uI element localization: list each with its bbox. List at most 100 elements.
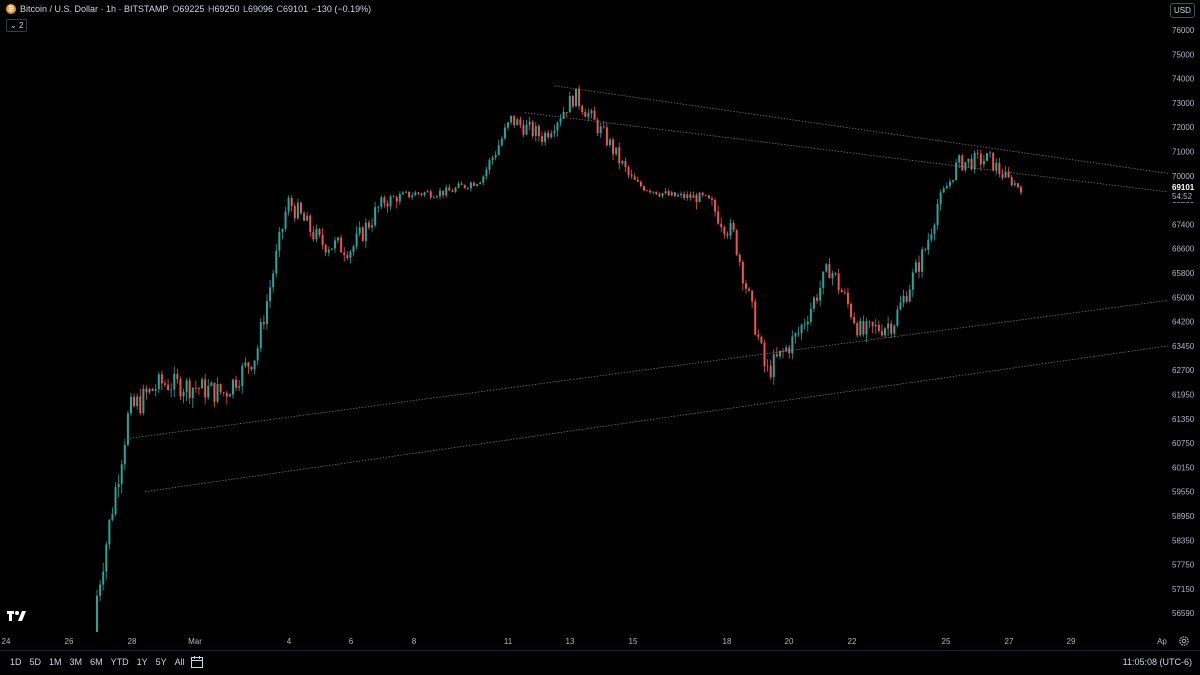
candle-body [129, 396, 132, 414]
trendline-drawing[interactable] [524, 112, 1168, 193]
symbol-legend: ₿ Bitcoin / U.S. Dollar · 1h · BITSTAMP … [6, 4, 371, 14]
candle-body [732, 223, 735, 231]
price-chart[interactable] [0, 0, 1168, 632]
candle-body [194, 387, 197, 389]
candle-body [608, 139, 611, 146]
candle-body [188, 380, 191, 398]
candle-body [578, 88, 581, 106]
candle-body [710, 198, 713, 200]
candle-body [182, 391, 185, 397]
candle-body [599, 126, 602, 134]
timeframe-button-ytd[interactable]: YTD [107, 657, 133, 667]
candle-body [435, 196, 438, 198]
timeframe-button-1d[interactable]: 1D [6, 657, 26, 667]
candle-body [537, 126, 540, 137]
candle-body [584, 112, 587, 117]
timeframe-button-1y[interactable]: 1Y [133, 657, 152, 667]
chevron-down-icon: ⌄ [10, 21, 17, 30]
timeframe-button-6m[interactable]: 6M [86, 657, 107, 667]
candle-body [136, 396, 139, 407]
candle-body [667, 191, 670, 196]
candle-body [324, 244, 327, 253]
clock-display[interactable]: 11:05:08 (UTC-6) [1123, 657, 1192, 667]
trendline-drawing[interactable] [554, 85, 1168, 174]
candle-body [942, 188, 945, 193]
candle-body [111, 514, 114, 520]
settings-gear-icon[interactable] [1178, 635, 1190, 647]
candle-body [859, 321, 862, 336]
bottom-toolbar: 1D 5D 1M 3M 6M YTD 1Y 5Y All 11:05:08 (UTC-6) [0, 650, 1200, 675]
symbol-title[interactable]: Bitcoin / U.S. Dollar · 1h · BITSTAMP [20, 4, 168, 14]
candle-body [439, 190, 442, 197]
candle-body [343, 252, 346, 256]
candle-body [646, 190, 649, 192]
candle-body [822, 271, 825, 288]
candle-body [426, 191, 429, 193]
candle-body [856, 323, 859, 336]
candle-body [757, 334, 760, 337]
price-tick-label: 76000 [1172, 26, 1195, 35]
candle-body [568, 95, 571, 113]
candle-body [828, 264, 831, 279]
time-tick-label: 25 [942, 637, 951, 646]
candle-body [1016, 183, 1019, 188]
candle-body [995, 162, 998, 171]
time-tick-label: 4 [287, 637, 292, 646]
candle-body [96, 595, 98, 632]
candle-body [231, 379, 234, 395]
timeframe-button-1m[interactable]: 1M [45, 657, 66, 667]
price-tick-label: 61350 [1172, 415, 1195, 424]
candle-body [741, 261, 744, 284]
candle-body [874, 324, 877, 327]
candle-body [896, 309, 899, 326]
price-tick-label: 61950 [1172, 391, 1195, 400]
price-tick-label: 75000 [1172, 50, 1195, 59]
candle-body [380, 197, 383, 207]
calendar-icon[interactable] [190, 655, 204, 669]
candle-body [265, 301, 268, 325]
candle-body [565, 112, 568, 113]
trendline-drawing[interactable] [123, 299, 1168, 440]
trendline-drawing[interactable] [144, 345, 1168, 493]
candle-body [621, 161, 624, 164]
candle-body [834, 273, 837, 274]
candle-body [785, 347, 788, 351]
time-axis[interactable]: 24 26 28 Mar 4 6 8 11 13 15 18 20 22 25 27 29 Ap [0, 632, 1168, 650]
candle-body [531, 121, 534, 137]
candle-body [717, 211, 720, 224]
candle-body [633, 176, 636, 180]
candle-body [800, 324, 803, 334]
candle-body [352, 246, 355, 252]
candle-body [840, 289, 843, 293]
candle-body [429, 191, 432, 198]
candle-body [284, 211, 287, 229]
candle-body [197, 388, 200, 389]
candle-body [618, 147, 621, 164]
currency-button[interactable]: USD [1170, 3, 1195, 18]
candle-body [809, 308, 812, 322]
price-axis[interactable]: 7600075000740007300072000710007000068200… [1168, 0, 1200, 632]
candle-body [871, 321, 874, 327]
candle-body [680, 193, 683, 196]
candle-body [744, 283, 747, 289]
candle-body [525, 124, 528, 135]
timeframe-button-all[interactable]: All [171, 657, 189, 667]
tradingview-logo-icon[interactable] [6, 609, 28, 623]
candle-body [559, 118, 562, 123]
timeframe-button-5y[interactable]: 5Y [152, 657, 171, 667]
candle-body [457, 183, 460, 188]
candle-body [602, 126, 605, 128]
indicators-toggle-button[interactable]: ⌄ 2 [6, 19, 28, 32]
candle-body [228, 394, 231, 397]
candle-body [541, 136, 544, 142]
candle-body [395, 196, 398, 202]
candle-body [639, 181, 642, 187]
price-tick-label: 56590 [1172, 609, 1195, 618]
timeframe-button-5d[interactable]: 5D [26, 657, 46, 667]
candle-body [256, 348, 259, 361]
candle-body [927, 239, 930, 251]
candle-body [797, 333, 800, 335]
candle-body [982, 160, 985, 165]
timeframe-button-3m[interactable]: 3M [66, 657, 87, 667]
candle-body [148, 388, 151, 393]
